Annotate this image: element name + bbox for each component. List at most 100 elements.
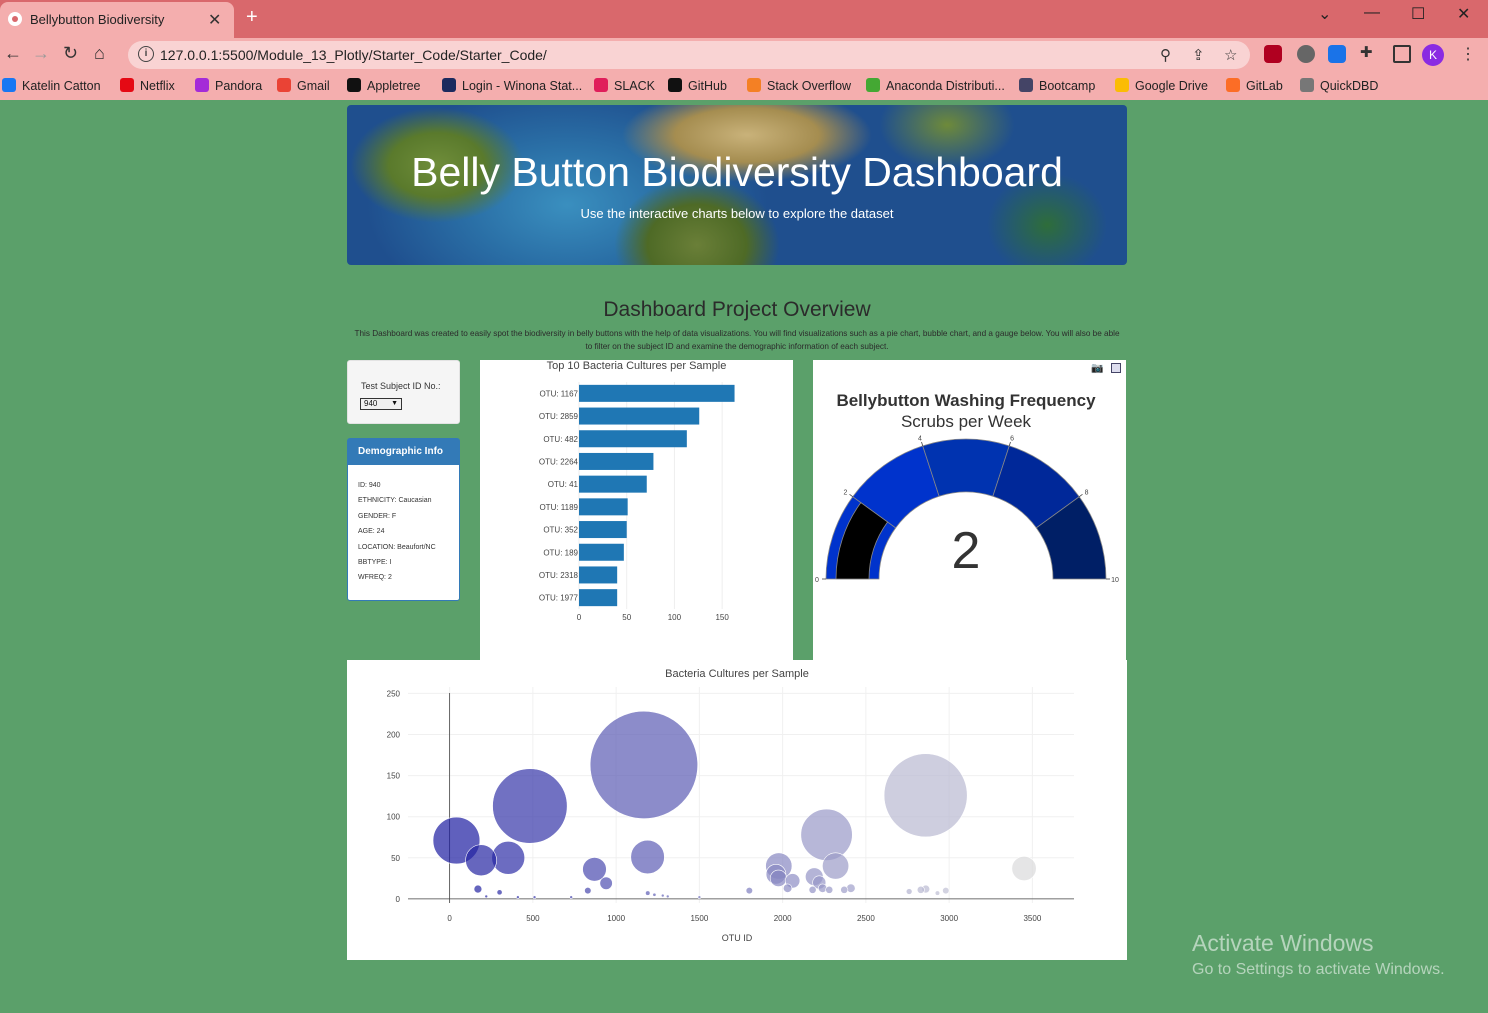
bookmark-item[interactable]: Google Drive — [1115, 78, 1208, 93]
bubble-point — [465, 844, 497, 877]
bookmark-favicon-icon — [668, 78, 682, 92]
share-icon[interactable]: ⇪ — [1192, 46, 1205, 64]
reload-icon[interactable]: ↻ — [63, 43, 78, 64]
menu-icon[interactable]: ⋮ — [1460, 44, 1476, 64]
browser-tab[interactable]: Bellybutton Biodiversity ✕ — [0, 2, 234, 38]
bar-chart: Top 10 Bacteria Cultures per Sample 0 50 1… — [480, 360, 793, 660]
bookmark-item[interactable]: QuickDBD — [1300, 78, 1378, 93]
gauge-subtitle: Scrubs per Week — [901, 412, 1032, 431]
gauge-tick-label: 6 — [1010, 435, 1014, 442]
bubble-point — [473, 884, 483, 894]
bookmark-label: Katelin Catton — [22, 79, 101, 93]
bubble-point — [934, 890, 941, 896]
home-icon[interactable]: ⌂ — [94, 43, 105, 64]
address-bar[interactable]: i 127.0.0.1:5500/Module_13_Plotly/Starte… — [128, 41, 1250, 69]
bar-mark — [579, 475, 647, 493]
activate-windows-title: Activate Windows — [1192, 930, 1374, 956]
browser-tab-bar: Bellybutton Biodiversity ✕ + ⌄ — ☐ ✕ — [0, 0, 1488, 38]
bubble-point — [769, 869, 788, 887]
bubble-point — [652, 892, 657, 897]
tab-title: Bellybutton Biodiversity — [30, 12, 165, 27]
bubble-y-tick-label: 50 — [391, 854, 400, 863]
bookmark-item[interactable]: GitLab — [1226, 78, 1283, 93]
demographic-row: GENDER: F — [358, 513, 397, 520]
page-title: Belly Button Biodiversity Dashboard — [411, 149, 1063, 195]
bookmark-item[interactable]: GitHub — [668, 78, 727, 93]
close-tab-icon[interactable]: ✕ — [208, 10, 221, 30]
bubble-point — [916, 885, 925, 894]
bookmark-item[interactable]: Login - Winona Stat... — [442, 78, 582, 93]
bookmark-item[interactable]: Stack Overflow — [747, 78, 851, 93]
bookmark-favicon-icon — [1300, 78, 1314, 92]
extension-icon[interactable] — [1297, 45, 1315, 63]
bookmark-favicon-icon — [442, 78, 456, 92]
gauge-tick-label: 8 — [1085, 489, 1089, 496]
puzzle-icon[interactable]: ✚ — [1360, 43, 1373, 61]
screen-extension-icon[interactable] — [1328, 45, 1346, 63]
bubble-x-tick-label: 3500 — [1023, 914, 1041, 923]
bookmark-label: Netflix — [140, 79, 175, 93]
plotly-logo-icon[interactable] — [1111, 363, 1121, 373]
gauge-title: Bellybutton Washing Frequency — [836, 391, 1096, 410]
bookmark-label: GitLab — [1246, 79, 1283, 93]
bookmark-label: SLACK — [614, 79, 655, 93]
maximize-icon[interactable]: ☐ — [1411, 4, 1425, 24]
bookmark-label: Stack Overflow — [767, 79, 852, 93]
bookmark-item[interactable]: Anaconda Distributi... — [866, 78, 1005, 93]
bubble-chart-svg: Bacteria Cultures per Sample0 500 1000 1500… — [387, 668, 1074, 943]
bookmark-label: Appletree — [367, 79, 421, 93]
camera-icon[interactable]: 📷 — [1091, 363, 1103, 374]
bubble-point — [660, 893, 665, 898]
bookmark-item[interactable]: Gmail — [277, 78, 330, 93]
bar-mark — [579, 589, 618, 607]
profile-avatar[interactable]: K — [1422, 44, 1444, 66]
subject-id-label: Test Subject ID No.: — [361, 381, 441, 391]
site-info-icon[interactable]: i — [138, 46, 154, 62]
bubble-point — [800, 808, 853, 861]
forward-icon[interactable]: → — [32, 43, 50, 64]
bookmark-item[interactable]: Appletree — [347, 78, 421, 93]
gauge-tick — [1008, 441, 1011, 446]
subject-id-select[interactable]: 940 — [360, 398, 402, 410]
bar-mark — [579, 430, 687, 448]
bookmark-item[interactable]: Bootcamp — [1019, 78, 1095, 93]
bookmark-item[interactable]: Katelin Catton — [2, 78, 101, 93]
bubble-x-tick-label: 2500 — [857, 914, 875, 923]
side-panel-icon[interactable] — [1393, 45, 1411, 63]
bar-category-label: OTU: 1167 — [539, 389, 578, 398]
bookmark-item[interactable]: Netflix — [120, 78, 175, 93]
ublock-extension-icon[interactable] — [1264, 45, 1282, 63]
bubble-y-tick-label: 150 — [387, 772, 401, 781]
bookmark-star-icon[interactable]: ☆ — [1224, 46, 1237, 64]
demographic-row: AGE: 24 — [358, 528, 385, 535]
bookmark-favicon-icon — [1019, 78, 1033, 92]
demographic-panel: Demographic Info ID: 940 ETHNICITY: Cauc… — [347, 438, 460, 601]
close-window-icon[interactable]: ✕ — [1457, 4, 1470, 24]
bubble-point — [783, 883, 793, 893]
gauge-chart-svg: 0 2 4 6 8 10 Bellybutton Washing Frequency Scru… — [815, 391, 1119, 584]
bar-mark — [579, 566, 618, 584]
bookmark-favicon-icon — [120, 78, 134, 92]
subject-selector-well: Test Subject ID No.: 940 — [347, 360, 460, 424]
minimize-icon[interactable]: — — [1364, 4, 1380, 22]
gauge-tick — [849, 494, 853, 498]
bookmark-label: GitHub — [688, 79, 727, 93]
bookmark-item[interactable]: Pandora — [195, 78, 262, 93]
bubble-chart: Bacteria Cultures per Sample 0 500 1000 1500… — [347, 660, 1127, 960]
back-icon[interactable]: ← — [4, 43, 22, 64]
url-text[interactable]: 127.0.0.1:5500/Module_13_Plotly/Starter_… — [160, 47, 547, 63]
bar-category-label: OTU: 1189 — [539, 503, 578, 512]
bubble-x-axis-label: OTU ID — [722, 933, 753, 943]
bubble-point — [822, 852, 850, 880]
bubble-x-tick-label: 3000 — [940, 914, 958, 923]
gauge-tick-label: 10 — [1111, 577, 1119, 584]
bar-category-label: OTU: 2264 — [539, 457, 579, 466]
bubble-x-tick-label: 500 — [526, 914, 540, 923]
demographic-row: ID: 940 — [358, 482, 381, 489]
bubble-chart-title: Bacteria Cultures per Sample — [665, 668, 809, 680]
new-tab-icon[interactable]: + — [246, 6, 258, 29]
tab-search-chevron-icon[interactable]: ⌄ — [1318, 4, 1331, 24]
zoom-icon[interactable]: ⚲ — [1160, 46, 1171, 64]
bookmark-item[interactable]: SLACK — [594, 78, 655, 93]
bubble-point — [1011, 855, 1037, 881]
